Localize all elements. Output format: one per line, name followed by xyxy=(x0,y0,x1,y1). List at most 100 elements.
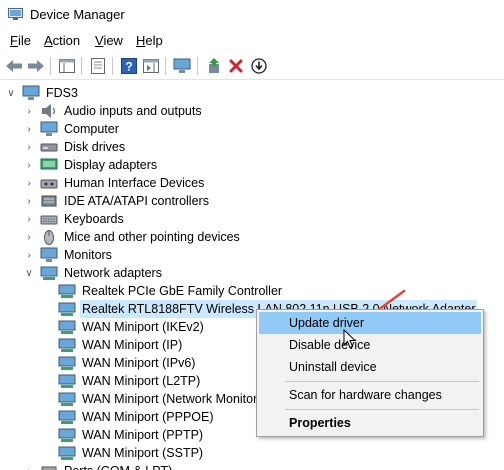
network-adapter-icon xyxy=(58,428,76,442)
device-label: WAN Miniport (IP) xyxy=(82,338,183,352)
chevron-right-icon[interactable]: › xyxy=(22,246,36,264)
category-network-adapters[interactable]: ∨ Network adapters xyxy=(22,264,164,282)
update-driver-menu-item[interactable]: Update driver xyxy=(259,312,481,334)
network-adapter-icon xyxy=(58,446,76,460)
device-wan-ipv6[interactable]: WAN Miniport (IPv6) xyxy=(58,354,197,372)
scan-hardware-button[interactable] xyxy=(172,56,192,76)
scan-hardware-menu-item[interactable]: Scan for hardware changes xyxy=(259,384,481,406)
uninstall-device-menu-item[interactable]: Uninstall device xyxy=(259,356,481,378)
computer-scan-icon xyxy=(173,58,191,73)
device-wan-sstp[interactable]: WAN Miniport (SSTP) xyxy=(58,444,205,462)
chevron-right-icon[interactable]: › xyxy=(22,192,36,210)
device-label: WAN Miniport (SSTP) xyxy=(82,446,204,460)
update-driver-label: Update driver xyxy=(289,316,365,330)
device-wan-l2tp[interactable]: WAN Miniport (L2TP) xyxy=(58,372,202,390)
menu-view-rest: iew xyxy=(103,33,123,48)
show-hide-console-tree-icon xyxy=(59,59,75,73)
network-adapter-icon xyxy=(58,410,76,424)
help-button[interactable]: ? xyxy=(119,56,139,76)
enable-device-icon xyxy=(251,58,267,74)
category-label: Computer xyxy=(64,122,119,136)
back-button[interactable] xyxy=(4,56,24,76)
forward-button[interactable] xyxy=(26,56,46,76)
chevron-down-icon[interactable]: ∨ xyxy=(4,84,18,102)
chevron-right-icon[interactable]: › xyxy=(22,120,36,138)
monitor-icon xyxy=(40,247,58,262)
help-icon: ? xyxy=(121,58,137,74)
category-monitors[interactable]: › Monitors xyxy=(22,246,114,264)
category-ide[interactable]: › IDE ATA/ATAPI controllers xyxy=(22,192,211,210)
category-disk-drives[interactable]: › Disk drives xyxy=(22,138,127,156)
device-wan-network-monitor[interactable]: WAN Miniport (Network Monitor) xyxy=(58,390,263,408)
toolbar-separator xyxy=(112,57,113,75)
category-label: Audio inputs and outputs xyxy=(64,104,202,118)
properties-menu-item[interactable]: Properties xyxy=(259,412,481,434)
device-wan-ip[interactable]: WAN Miniport (IP) xyxy=(58,336,184,354)
menu-action-rest: ction xyxy=(52,33,81,48)
show-hide-console-tree-button[interactable] xyxy=(57,56,77,76)
category-ports[interactable]: › Ports (COM & LPT) xyxy=(22,462,174,470)
disable-device-menu-item[interactable]: Disable device xyxy=(259,334,481,356)
scan-hardware-label: Scan for hardware changes xyxy=(289,388,442,402)
network-adapter-icon xyxy=(58,338,76,352)
chevron-right-icon[interactable]: › xyxy=(22,210,36,228)
category-computer[interactable]: › Computer xyxy=(22,120,121,138)
display-adapter-icon xyxy=(40,158,58,170)
device-wan-ikev2[interactable]: WAN Miniport (IKEv2) xyxy=(58,318,206,336)
window-title: Device Manager xyxy=(30,7,125,22)
context-menu: Update driver Disable device Uninstall d… xyxy=(256,309,484,437)
tree-root[interactable]: ∨ FDS3 xyxy=(4,84,80,102)
category-audio[interactable]: › Audio inputs and outputs xyxy=(22,102,204,120)
network-adapter-icon xyxy=(58,392,76,406)
uninstall-device-label: Uninstall device xyxy=(289,360,377,374)
menu-file-mnemonic: F xyxy=(10,33,18,48)
chevron-right-icon[interactable]: › xyxy=(22,156,36,174)
network-adapter-icon xyxy=(40,266,58,280)
device-label: WAN Miniport (IKEv2) xyxy=(82,320,204,334)
device-wan-pppoe[interactable]: WAN Miniport (PPPOE) xyxy=(58,408,216,426)
toolbar-separator xyxy=(197,57,198,75)
action-pane-button[interactable] xyxy=(141,56,161,76)
category-keyboards[interactable]: › Keyboards xyxy=(22,210,126,228)
chevron-right-icon[interactable]: › xyxy=(22,138,36,156)
category-label: Monitors xyxy=(64,248,112,262)
update-driver-icon xyxy=(209,58,219,73)
device-realtek-pcie[interactable]: Realtek PCIe GbE Family Controller xyxy=(58,282,284,300)
device-wan-pptp[interactable]: WAN Miniport (PPTP) xyxy=(58,426,205,444)
menu-file-rest: ile xyxy=(17,33,31,48)
menu-action[interactable]: Action xyxy=(44,33,80,48)
category-mice[interactable]: › Mice and other pointing devices xyxy=(22,228,242,246)
uninstall-device-icon xyxy=(229,59,243,73)
svg-text:?: ? xyxy=(125,60,132,74)
hid-icon xyxy=(40,179,58,189)
chevron-right-icon[interactable]: › xyxy=(22,462,36,470)
category-hid[interactable]: › Human Interface Devices xyxy=(22,174,206,192)
chevron-right-icon[interactable]: › xyxy=(22,102,36,120)
menu-view[interactable]: View xyxy=(95,33,123,48)
uninstall-device-button[interactable] xyxy=(226,56,246,76)
menu-action-mnemonic: A xyxy=(44,33,53,48)
keyboard-icon xyxy=(40,215,58,225)
category-display-adapters[interactable]: › Display adapters xyxy=(22,156,159,174)
properties-button[interactable] xyxy=(88,56,108,76)
disk-drive-icon xyxy=(40,143,58,152)
category-label: Human Interface Devices xyxy=(64,176,205,190)
network-adapter-icon xyxy=(58,302,76,316)
menu-help-rest: elp xyxy=(145,33,163,48)
chevron-down-icon[interactable]: ∨ xyxy=(22,264,36,282)
chevron-right-icon[interactable]: › xyxy=(22,228,36,246)
back-icon xyxy=(6,60,22,72)
menu-file[interactable]: File xyxy=(10,33,31,48)
category-label: Network adapters xyxy=(64,266,162,280)
mouse-icon xyxy=(44,230,54,245)
disable-device-label: Disable device xyxy=(289,338,371,352)
toolbar-separator xyxy=(50,57,51,75)
chevron-right-icon[interactable]: › xyxy=(22,174,36,192)
toolbar-separator xyxy=(165,57,166,75)
enable-device-button[interactable] xyxy=(249,56,269,76)
menu-help[interactable]: Help xyxy=(136,33,163,48)
update-driver-button[interactable] xyxy=(204,56,224,76)
device-label: WAN Miniport (IPv6) xyxy=(82,356,196,370)
category-label: Mice and other pointing devices xyxy=(64,230,240,244)
ide-controller-icon xyxy=(41,195,57,207)
